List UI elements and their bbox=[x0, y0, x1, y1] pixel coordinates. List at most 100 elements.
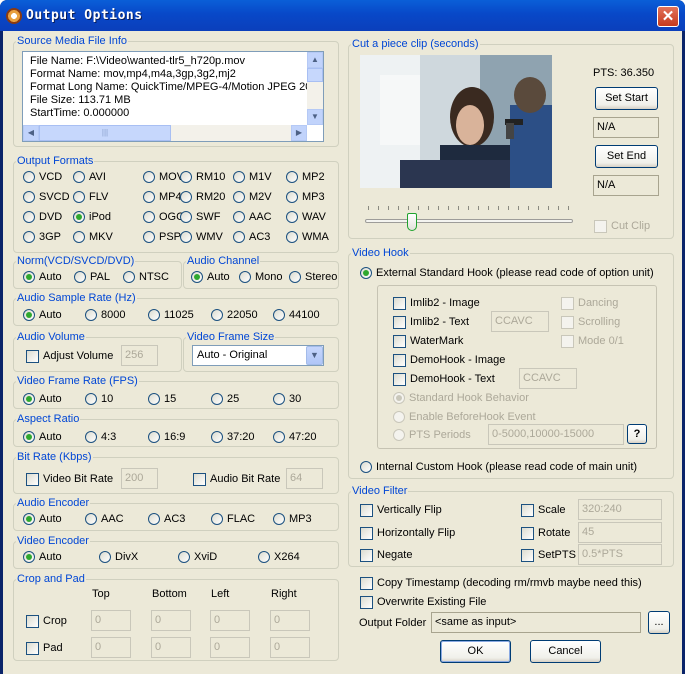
radio-dot[interactable] bbox=[23, 191, 35, 204]
radio-dot[interactable] bbox=[23, 393, 35, 406]
scroll-left-arrow[interactable]: ◀ bbox=[23, 125, 39, 141]
pts-periods-input[interactable]: 0-5000,10000-15000 bbox=[488, 424, 624, 445]
checkbox-box[interactable] bbox=[521, 526, 534, 540]
checkbox-box[interactable] bbox=[393, 315, 406, 329]
video-encoder-option-x264[interactable]: X264 bbox=[258, 550, 300, 564]
checkbox-box[interactable] bbox=[393, 353, 406, 367]
format-option-rm20[interactable]: RM20 bbox=[180, 190, 225, 204]
radio-dot[interactable] bbox=[123, 271, 135, 284]
horizontal-flip-checkbox[interactable]: Horizontally Flip bbox=[360, 526, 455, 540]
fps-option-25[interactable]: 25 bbox=[211, 392, 239, 406]
checkbox-box[interactable] bbox=[193, 472, 206, 486]
demohook-image-checkbox[interactable]: DemoHook - Image bbox=[393, 353, 505, 367]
pad-checkbox[interactable]: Pad bbox=[26, 641, 63, 655]
title-bar[interactable]: Output Options ✕ bbox=[0, 0, 685, 31]
browse-button[interactable]: ... bbox=[648, 611, 670, 634]
sample-rate-option-11025[interactable]: 11025 bbox=[148, 308, 194, 322]
format-option-mp3[interactable]: MP3 bbox=[286, 190, 325, 204]
scroll-down-arrow[interactable]: ▼ bbox=[307, 109, 323, 125]
radio-dot[interactable] bbox=[85, 431, 97, 444]
format-option-psp[interactable]: PSP bbox=[143, 230, 181, 244]
radio-dot[interactable] bbox=[73, 171, 85, 184]
aspect-option-37-20[interactable]: 37:20 bbox=[211, 430, 255, 444]
checkbox-box[interactable] bbox=[521, 503, 534, 517]
pad-bottom-input[interactable]: 0 bbox=[151, 637, 191, 658]
overwrite-checkbox[interactable]: Overwrite Existing File bbox=[360, 595, 486, 609]
radio-dot[interactable] bbox=[393, 392, 405, 405]
radio-dot[interactable] bbox=[273, 513, 285, 526]
radio-dot[interactable] bbox=[23, 211, 35, 224]
imlib-image-checkbox[interactable]: Imlib2 - Image bbox=[393, 296, 480, 310]
crop-bottom-input[interactable]: 0 bbox=[151, 610, 191, 631]
radio-dot[interactable] bbox=[23, 551, 35, 564]
radio-dot[interactable] bbox=[85, 513, 97, 526]
checkbox-box[interactable] bbox=[26, 472, 39, 486]
video-encoder-option-divx[interactable]: DivX bbox=[99, 550, 138, 564]
checkbox-box[interactable] bbox=[360, 576, 373, 590]
format-option-m1v[interactable]: M1V bbox=[233, 170, 272, 184]
radio-dot[interactable] bbox=[360, 461, 372, 474]
fps-option-15[interactable]: 15 bbox=[148, 392, 176, 406]
radio-dot[interactable] bbox=[286, 191, 298, 204]
radio-dot[interactable] bbox=[73, 191, 85, 204]
video-encoder-option-auto[interactable]: Auto bbox=[23, 550, 62, 564]
format-option-mp2[interactable]: MP2 bbox=[286, 170, 325, 184]
format-option-flv[interactable]: FLV bbox=[73, 190, 108, 204]
format-option-mkv[interactable]: MKV bbox=[73, 230, 113, 244]
radio-dot[interactable] bbox=[23, 431, 35, 444]
radio-dot[interactable] bbox=[180, 211, 192, 224]
audio-channel-option-stereo[interactable]: Stereo bbox=[289, 270, 337, 284]
radio-dot[interactable] bbox=[286, 231, 298, 244]
aspect-option-47-20[interactable]: 47:20 bbox=[273, 430, 317, 444]
norm-option-ntsc[interactable]: NTSC bbox=[123, 270, 169, 284]
slider-thumb[interactable] bbox=[407, 213, 417, 231]
checkbox-box[interactable] bbox=[26, 641, 39, 655]
sample-rate-option-44100[interactable]: 44100 bbox=[273, 308, 320, 322]
format-option-wmv[interactable]: WMV bbox=[180, 230, 223, 244]
audio-bitrate-checkbox[interactable]: Audio Bit Rate bbox=[193, 472, 280, 486]
close-button[interactable]: ✕ bbox=[657, 6, 679, 27]
format-option-avi[interactable]: AVI bbox=[73, 170, 106, 184]
format-option-dvd[interactable]: DVD bbox=[23, 210, 62, 224]
format-option-m2v[interactable]: M2V bbox=[233, 190, 272, 204]
set-start-button[interactable]: Set Start bbox=[595, 87, 658, 110]
hscroll-thumb[interactable]: ||| bbox=[39, 125, 171, 141]
radio-dot[interactable] bbox=[23, 513, 35, 526]
sample-rate-option-8000[interactable]: 8000 bbox=[85, 308, 125, 322]
crop-top-input[interactable]: 0 bbox=[91, 610, 131, 631]
audio-channel-option-auto[interactable]: Auto bbox=[191, 270, 230, 284]
checkbox-box[interactable] bbox=[393, 296, 406, 310]
norm-option-auto[interactable]: Auto bbox=[23, 270, 62, 284]
radio-dot[interactable] bbox=[23, 309, 35, 322]
format-option-mov[interactable]: MOV bbox=[143, 170, 184, 184]
before-hook-radio[interactable]: Enable BeforeHook Event bbox=[393, 410, 536, 424]
audio-encoder-option-mp3[interactable]: MP3 bbox=[273, 512, 312, 526]
checkbox-box[interactable] bbox=[393, 372, 406, 386]
aspect-option-4-3[interactable]: 4:3 bbox=[85, 430, 116, 444]
audio-encoder-option-ac3[interactable]: AC3 bbox=[148, 512, 185, 526]
aspect-option-auto[interactable]: Auto bbox=[23, 430, 62, 444]
format-option-mp4[interactable]: MP4 bbox=[143, 190, 182, 204]
vertical-scrollbar[interactable]: ▲ ▼ bbox=[307, 52, 323, 125]
negate-checkbox[interactable]: Negate bbox=[360, 548, 412, 562]
radio-dot[interactable] bbox=[148, 309, 160, 322]
crop-left-input[interactable]: 0 bbox=[210, 610, 250, 631]
checkbox-box[interactable] bbox=[561, 334, 574, 348]
output-folder-input[interactable]: <same as input> bbox=[431, 612, 641, 633]
checkbox-box[interactable] bbox=[561, 315, 574, 329]
video-bitrate-input[interactable]: 200 bbox=[121, 468, 158, 489]
radio-dot[interactable] bbox=[233, 211, 245, 224]
checkbox-box[interactable] bbox=[26, 349, 39, 363]
format-option-ipod[interactable]: iPod bbox=[73, 210, 111, 224]
vertical-flip-checkbox[interactable]: Vertically Flip bbox=[360, 503, 442, 517]
sample-rate-option-auto[interactable]: Auto bbox=[23, 308, 62, 322]
radio-dot[interactable] bbox=[85, 393, 97, 406]
audio-channel-option-mono[interactable]: Mono bbox=[239, 270, 283, 284]
standard-behavior-radio[interactable]: Standard Hook Behavior bbox=[393, 391, 529, 405]
audio-bitrate-input[interactable]: 64 bbox=[286, 468, 323, 489]
format-option-ac3[interactable]: AC3 bbox=[233, 230, 270, 244]
internal-hook-radio[interactable]: Internal Custom Hook (please read code o… bbox=[360, 460, 637, 474]
radio-dot[interactable] bbox=[393, 429, 405, 442]
setpts-input[interactable]: 0.5*PTS bbox=[578, 544, 662, 565]
radio-dot[interactable] bbox=[74, 271, 86, 284]
